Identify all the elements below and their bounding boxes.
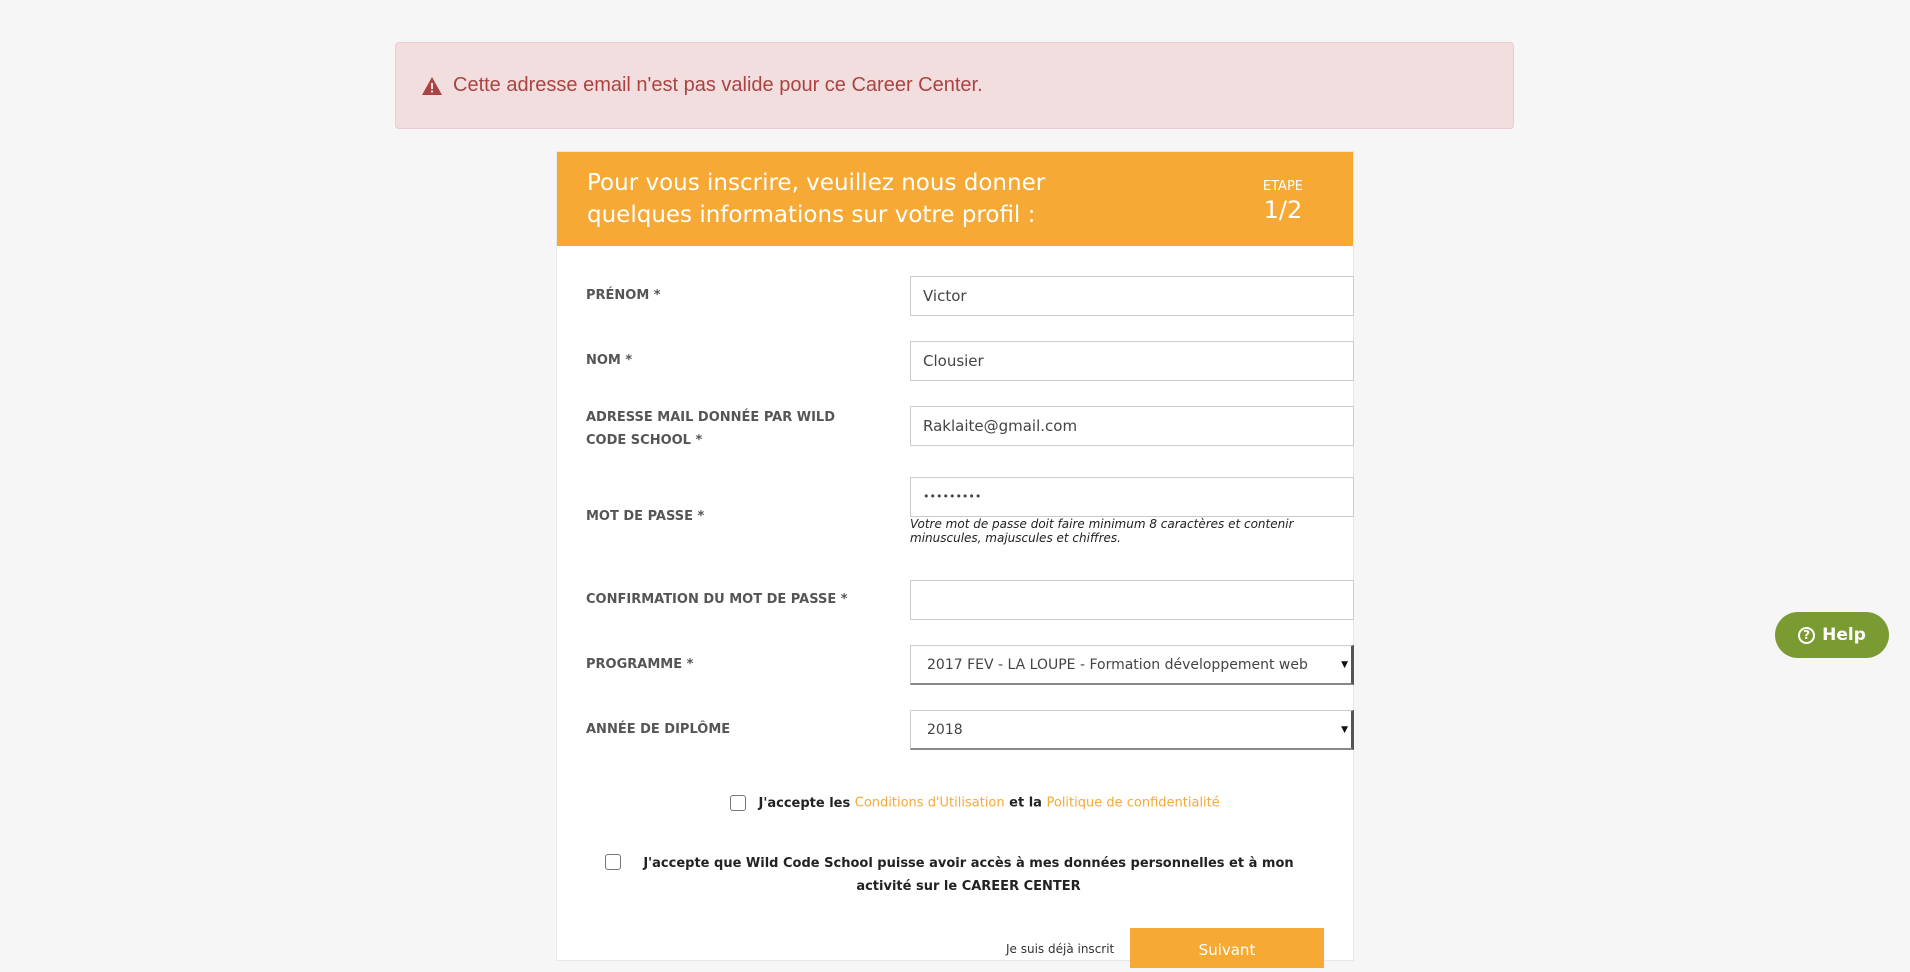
next-button[interactable]: Suivant: [1130, 928, 1324, 968]
password-confirm-input[interactable]: [910, 580, 1354, 620]
prenom-label: PRÉNOM *: [586, 288, 661, 303]
password-label: MOT DE PASSE *: [586, 509, 705, 524]
email-label: ADRESSE MAIL DONNÉE PAR WILD CODE SCHOOL…: [586, 410, 836, 448]
form-title: Pour vous inscrire, veuillez nous donner…: [587, 170, 1046, 228]
annee-select[interactable]: 2018 ▼: [910, 710, 1354, 750]
data-consent-label: J'accepte que Wild Code School puisse av…: [643, 856, 1294, 894]
terms-link[interactable]: Conditions d'Utilisation: [855, 796, 1005, 811]
step-indicator: ETAPE 1/2: [1263, 179, 1303, 225]
programme-selected: 2017 FEV - LA LOUPE - Formation développ…: [927, 657, 1308, 673]
signup-card: Pour vous inscrire, veuillez nous donner…: [556, 151, 1354, 961]
annee-selected: 2018: [927, 722, 963, 738]
help-button[interactable]: ? Help: [1775, 612, 1889, 658]
password-confirm-label: CONFIRMATION DU MOT DE PASSE *: [586, 592, 848, 607]
question-icon: ?: [1798, 626, 1816, 644]
data-consent-checkbox[interactable]: [605, 854, 621, 870]
email-input[interactable]: Raklaite@gmail.com: [910, 406, 1354, 446]
terms-checkbox[interactable]: [730, 795, 746, 811]
error-alert: Cette adresse email n'est pas valide pou…: [395, 42, 1514, 129]
data-consent: J'accepte que Wild Code School puisse av…: [605, 852, 1305, 898]
warning-icon: [422, 76, 442, 95]
prenom-input[interactable]: Victor: [910, 276, 1354, 316]
password-input[interactable]: •••••••••: [910, 477, 1354, 517]
privacy-link[interactable]: Politique de confidentialité: [1046, 796, 1219, 811]
card-header: Pour vous inscrire, veuillez nous donner…: [557, 152, 1353, 246]
help-label: Help: [1822, 625, 1866, 645]
password-hint: Votre mot de passe doit faire minimum 8 …: [910, 517, 1294, 545]
programme-label: PROGRAMME *: [586, 657, 694, 672]
annee-label: ANNÉE DE DIPLÔME: [586, 722, 731, 737]
nom-input[interactable]: Clousier: [910, 341, 1354, 381]
dropdown-caret-icon: ▼: [1341, 725, 1348, 735]
nom-label: NOM *: [586, 353, 633, 368]
already-registered-link[interactable]: Je suis déjà inscrit: [1006, 942, 1114, 956]
step-label: ETAPE: [1262, 179, 1303, 194]
dropdown-caret-icon: ▼: [1341, 660, 1348, 670]
terms-and: et la: [1009, 795, 1042, 811]
step-value: 1/2: [1263, 196, 1303, 224]
terms-consent: J'accepte les Conditions d'Utilisation e…: [730, 795, 1220, 811]
programme-select[interactable]: 2017 FEV - LA LOUPE - Formation développ…: [910, 645, 1354, 685]
terms-prefix: J'accepte les: [758, 795, 851, 811]
alert-message: Cette adresse email n'est pas valide pou…: [453, 74, 983, 96]
